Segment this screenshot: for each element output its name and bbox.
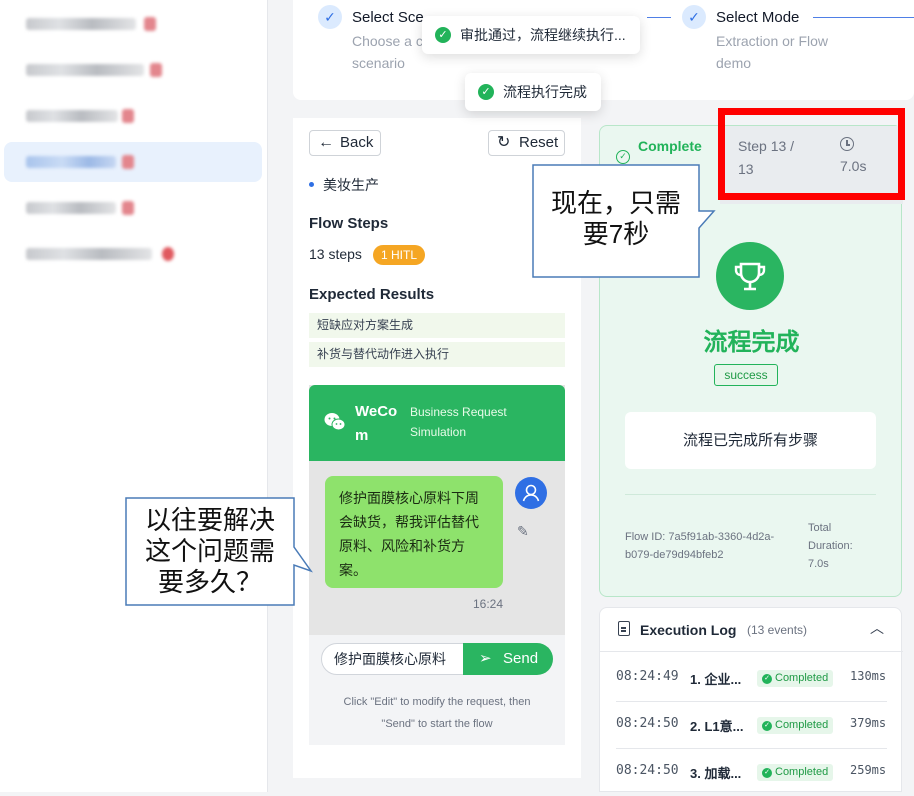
chat-app-name: WeCo m: [355, 403, 398, 444]
completed-badge: ✓ Completed: [757, 717, 834, 734]
callout-before-line: 要多久？: [157, 567, 262, 597]
check-icon: ✓: [762, 721, 772, 731]
refresh-icon: ↻: [497, 134, 511, 151]
step-2-subtitle: Extraction or Flow demo: [716, 33, 829, 71]
callout-now-line: 现在，只需: [550, 188, 681, 218]
chat-input-bar: 修护面膜核心原料 ➢ Send Click "Edit" to modify t…: [309, 635, 565, 745]
edit-icon[interactable]: ✎: [517, 523, 529, 540]
flow-id: Flow ID: 7a5f91ab-3360-4d2a-b079-de79d94…: [625, 531, 775, 561]
sidebar-item[interactable]: [4, 188, 262, 228]
sidebar-item-active[interactable]: [4, 142, 262, 182]
step-2-title[interactable]: Select Mode: [716, 9, 799, 26]
check-icon: ✓: [682, 5, 706, 29]
wecom-chat: WeCo m Business Request Simulation 修护面膜核心原…: [309, 385, 565, 745]
flow-complete-heading: 流程完成: [703, 329, 800, 356]
highlight-box: [718, 108, 905, 200]
callout-now-line: 要7秒: [582, 219, 650, 249]
step-1-title[interactable]: Select Sce: [352, 9, 424, 26]
log-count: (13 events): [747, 623, 808, 637]
user-avatar-icon: [515, 477, 547, 509]
document-icon: [618, 621, 630, 636]
callout-before-line: 这个问题需: [144, 536, 275, 566]
completion-message: 流程已完成所有步骤: [625, 412, 876, 469]
check-icon: ✓: [318, 5, 342, 29]
complete-status: Complete: [638, 138, 702, 154]
check-icon: ✓: [762, 768, 772, 778]
chat-message-bubble: 修护面膜核心原料下周会缺货，帮我评估替代原料、风险和补货方案。: [325, 476, 503, 588]
step-1-subtitle: Choose a c scenario: [352, 33, 423, 71]
step-connector: [647, 17, 671, 18]
sidebar-item[interactable]: [4, 96, 262, 136]
back-button[interactable]: ← Back: [309, 130, 381, 156]
log-row[interactable]: 08:24:50 2. L1意... ✓ Completed 379ms: [600, 702, 903, 749]
check-circle-icon: ✓: [616, 150, 630, 164]
callout-before-line: 以往要解决: [144, 505, 275, 535]
log-row[interactable]: 08:24:50 3. 加载... ✓ Completed 259ms: [600, 749, 903, 796]
divider: [600, 651, 903, 652]
wechat-icon: [323, 410, 347, 434]
expected-result-item: 补货与替代动作进入执行: [309, 342, 565, 367]
check-circle-icon: ✓: [435, 27, 451, 43]
industry-label: 美妆生产: [323, 177, 379, 193]
chat-header: WeCo m Business Request Simulation: [309, 385, 565, 461]
sidebar: [0, 0, 268, 792]
expected-results-title: Expected Results: [309, 286, 435, 303]
message-time: 16:24: [473, 597, 504, 611]
trophy-icon: [716, 242, 784, 310]
success-badge: success: [714, 364, 778, 386]
sidebar-item[interactable]: [4, 4, 262, 44]
chat-subtitle: Business Request Simulation: [410, 405, 507, 439]
sidebar-item[interactable]: [4, 50, 262, 90]
arrow-left-icon: ←: [318, 134, 334, 151]
check-circle-icon: ✓: [478, 84, 494, 100]
step-connector: [813, 17, 914, 18]
message-input[interactable]: 修护面膜核心原料: [321, 643, 467, 675]
expected-result-item: 短缺应对方案生成: [309, 313, 565, 338]
hitl-badge: 1 HITL: [373, 245, 426, 265]
check-icon: ✓: [762, 674, 772, 684]
bullet-icon: [309, 182, 314, 187]
chevron-up-icon[interactable]: ︿: [870, 618, 884, 638]
sidebar-item[interactable]: [4, 234, 262, 274]
divider: [625, 494, 876, 495]
approval-toast: ✓ 审批通过，流程继续执行...: [422, 16, 640, 54]
completed-badge: ✓ Completed: [757, 670, 834, 687]
log-row[interactable]: 08:24:49 1. 企业... ✓ Completed 130ms: [600, 655, 903, 702]
reset-button[interactable]: ↻ Reset: [488, 130, 565, 156]
total-duration: Total Duration: 7.0s: [808, 522, 853, 570]
steps-count: 13 steps: [309, 246, 362, 262]
send-icon: ➢: [479, 650, 492, 667]
execution-log: Execution Log (13 events) ︿ 08:24:49 1. …: [599, 607, 903, 792]
completed-badge: ✓ Completed: [757, 764, 834, 781]
send-button[interactable]: ➢ Send: [463, 643, 553, 675]
completion-toast: ✓ 流程执行完成: [465, 73, 601, 111]
send-hint: Click "Edit" to modify the request, then…: [343, 696, 531, 730]
flow-steps-title: Flow Steps: [309, 215, 389, 232]
log-title: Execution Log: [640, 622, 737, 638]
